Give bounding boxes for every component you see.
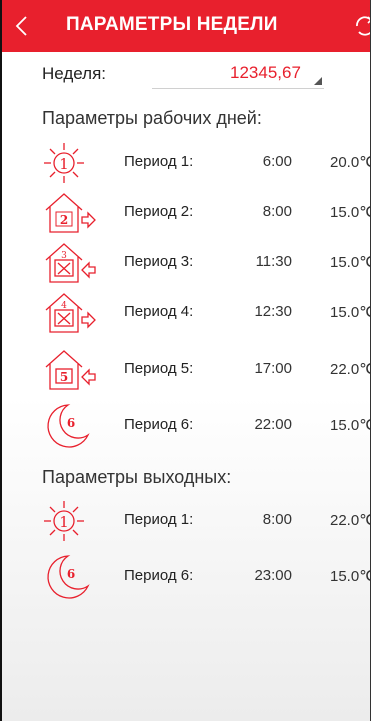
period-time: 11:30 <box>255 253 292 270</box>
week-row: Неделя: 12345,67 <box>42 62 362 90</box>
sun-1-icon: 1 <box>44 143 84 183</box>
workday-period-row-3[interactable]: 3 Период 3: 11:30 15.0℃ <box>42 238 370 288</box>
period-label: Период 4: <box>124 303 194 320</box>
workday-period-row-2[interactable]: 2 Период 2: 8:00 15.0℃ <box>42 188 370 238</box>
week-value: 12345,67 <box>230 63 301 82</box>
sun-1-icon: 1 <box>44 501 84 541</box>
back-icon[interactable] <box>12 14 32 38</box>
period-time: 8:00 <box>262 203 292 220</box>
week-select[interactable]: 12345,67 <box>152 62 324 89</box>
workday-period-row-6[interactable]: 6 Период 6: 22:00 15.0℃ <box>42 401 370 451</box>
period-time: 22:00 <box>254 416 292 433</box>
period-temp: 15.0℃ <box>330 204 370 221</box>
svg-text:6: 6 <box>67 567 75 581</box>
period-temp: 15.0℃ <box>330 417 370 434</box>
period-temp: 20.0℃ <box>330 154 370 171</box>
workday-period-row-4[interactable]: 4 Период 4: 12:30 15.0℃ <box>42 288 370 338</box>
period-temp: 15.0℃ <box>330 254 370 271</box>
period-label: Период 3: <box>124 253 194 270</box>
house-meal-4-icon: 4 <box>45 293 96 333</box>
svg-text:6: 6 <box>67 416 75 430</box>
period-temp: 22.0℃ <box>330 361 370 378</box>
dropdown-triangle-icon <box>314 77 322 85</box>
period-label: Период 2: <box>124 203 194 220</box>
period-label: Период 5: <box>124 360 194 377</box>
svg-text:3: 3 <box>61 251 67 261</box>
page-title: ПАРАМЕТРЫ НЕДЕЛИ <box>66 14 278 35</box>
workday-period-row-5[interactable]: 5 Период 5: 17:00 22.0℃ <box>42 345 370 395</box>
period-temp: 15.0℃ <box>330 568 370 585</box>
workday-period-row-1[interactable]: 1 Период 1: 6:00 20.0℃ <box>42 138 370 188</box>
workdays-section-title: Параметры рабочих дней: <box>42 108 262 128</box>
period-label: Период 6: <box>124 567 194 584</box>
svg-text:4: 4 <box>61 301 67 311</box>
house-meal-3-icon: 3 <box>45 243 96 283</box>
moon-6-icon: 6 <box>47 404 90 448</box>
refresh-icon[interactable] <box>352 13 371 39</box>
period-time: 17:00 <box>254 360 292 377</box>
svg-text:1: 1 <box>59 513 69 531</box>
weekend-period-row-1[interactable]: 1 Период 1: 8:00 22.0℃ <box>42 496 370 546</box>
period-label: Период 1: <box>124 511 194 528</box>
period-label: Период 1: <box>124 153 194 170</box>
app-bar: ПАРАМЕТРЫ НЕДЕЛИ <box>2 0 370 52</box>
moon-6-icon: 6 <box>47 555 90 599</box>
weekend-period-row-6[interactable]: 6 Период 6: 23:00 15.0℃ <box>42 552 370 602</box>
period-temp: 22.0℃ <box>330 512 370 529</box>
week-parameters-screen: ПАРАМЕТРЫ НЕДЕЛИ Неделя: 12345,67 Параме… <box>0 0 371 721</box>
period-time: 23:00 <box>254 567 292 584</box>
period-temp: 15.0℃ <box>330 304 370 321</box>
svg-text:1: 1 <box>59 155 69 173</box>
week-label: Неделя: <box>42 64 107 83</box>
period-time: 6:00 <box>262 153 292 170</box>
house-leave-2-icon: 2 <box>45 193 96 233</box>
period-label: Период 6: <box>124 416 194 433</box>
period-time: 8:00 <box>262 511 292 528</box>
svg-text:2: 2 <box>60 213 68 227</box>
weekend-section-title: Параметры выходных: <box>42 467 232 487</box>
house-return-5-icon: 5 <box>45 350 96 390</box>
period-time: 12:30 <box>254 303 292 320</box>
svg-text:5: 5 <box>60 370 68 384</box>
